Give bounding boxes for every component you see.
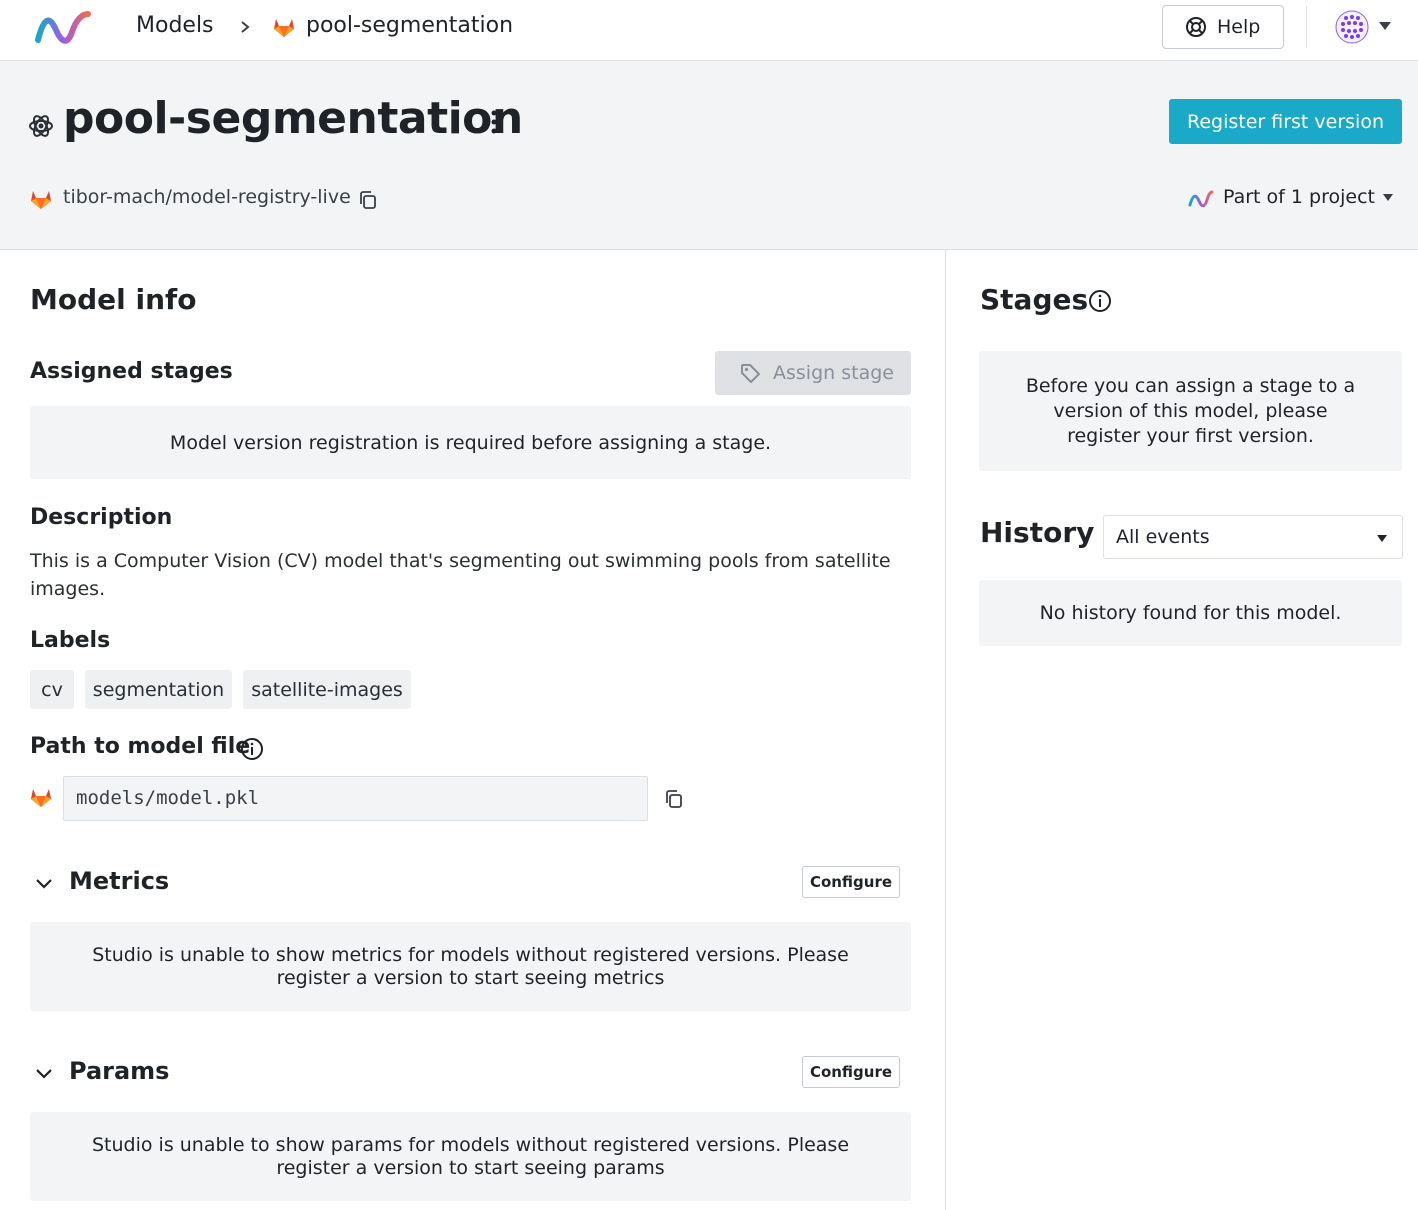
lifebuoy-icon: [1186, 17, 1206, 37]
project-membership-dropdown[interactable]: Part of 1 project: [1223, 186, 1375, 208]
chevron-down-icon[interactable]: [34, 877, 54, 891]
metrics-heading[interactable]: Metrics: [69, 867, 169, 895]
caret-down-icon[interactable]: [1378, 21, 1392, 31]
history-filter-select[interactable]: All events: [1103, 515, 1403, 559]
assigned-stages-heading: Assigned stages: [30, 359, 233, 384]
model-header: pool-segmentation Register first version…: [0, 61, 1418, 250]
history-message: No history found for this model.: [979, 580, 1402, 646]
studio-logo-icon[interactable]: [34, 10, 92, 46]
assigned-stages-message: Model version registration is required b…: [30, 406, 911, 479]
label-chip[interactable]: satellite-images: [243, 670, 411, 709]
params-heading[interactable]: Params: [69, 1057, 169, 1085]
caret-down-icon[interactable]: [1382, 193, 1394, 202]
model-info-heading: Model info: [30, 283, 197, 316]
metrics-message: Studio is unable to show metrics for mod…: [30, 922, 911, 1011]
labels-heading: Labels: [30, 628, 111, 653]
chevron-right-icon: [241, 21, 250, 33]
configure-params-button[interactable]: Configure: [802, 1056, 900, 1088]
description-heading: Description: [30, 505, 173, 530]
tag-icon: [741, 364, 760, 383]
stages-heading: Stages: [980, 283, 1089, 316]
history-heading: History: [980, 516, 1095, 549]
history-filter-value: All events: [1116, 526, 1210, 548]
copy-icon[interactable]: [357, 189, 379, 211]
top-navigation-bar: Models pool-segmentation Help: [0, 0, 1418, 61]
more-options-icon[interactable]: [484, 107, 504, 137]
path-heading: Path to model file: [30, 734, 251, 759]
caret-down-icon: [1377, 535, 1387, 542]
chevron-down-icon[interactable]: [34, 1067, 54, 1081]
assign-stage-button[interactable]: Assign stage: [715, 351, 911, 395]
model-path-field[interactable]: models/model.pkl: [63, 776, 648, 821]
model-icon: [29, 115, 53, 137]
help-button[interactable]: Help: [1162, 5, 1284, 49]
configure-metrics-button[interactable]: Configure: [802, 866, 900, 898]
breadcrumb-current-model: pool-segmentation: [306, 13, 514, 38]
assign-stage-label: Assign stage: [773, 362, 894, 384]
column-divider: [945, 250, 946, 1210]
info-icon[interactable]: [240, 737, 264, 761]
gitlab-icon: [274, 19, 294, 37]
label-chip[interactable]: cv: [30, 670, 74, 709]
copy-icon[interactable]: [663, 788, 685, 810]
repository-link[interactable]: tibor-mach/model-registry-live: [63, 186, 351, 208]
help-button-label: Help: [1217, 16, 1261, 38]
breadcrumb-models-link[interactable]: Models: [136, 13, 214, 38]
gitlab-icon: [31, 191, 51, 209]
info-icon[interactable]: [1088, 289, 1112, 313]
project-logo-icon: [1188, 190, 1214, 208]
gitlab-icon: [31, 789, 51, 807]
divider: [1306, 6, 1307, 48]
label-chip[interactable]: segmentation: [85, 670, 232, 709]
register-first-version-button[interactable]: Register first version: [1169, 99, 1402, 144]
params-message: Studio is unable to show params for mode…: [30, 1112, 911, 1201]
user-avatar[interactable]: [1334, 9, 1370, 45]
page-title: pool-segmentation: [63, 93, 523, 144]
stages-message: Before you can assign a stage to a versi…: [979, 351, 1402, 471]
description-text: This is a Computer Vision (CV) model tha…: [30, 550, 891, 600]
